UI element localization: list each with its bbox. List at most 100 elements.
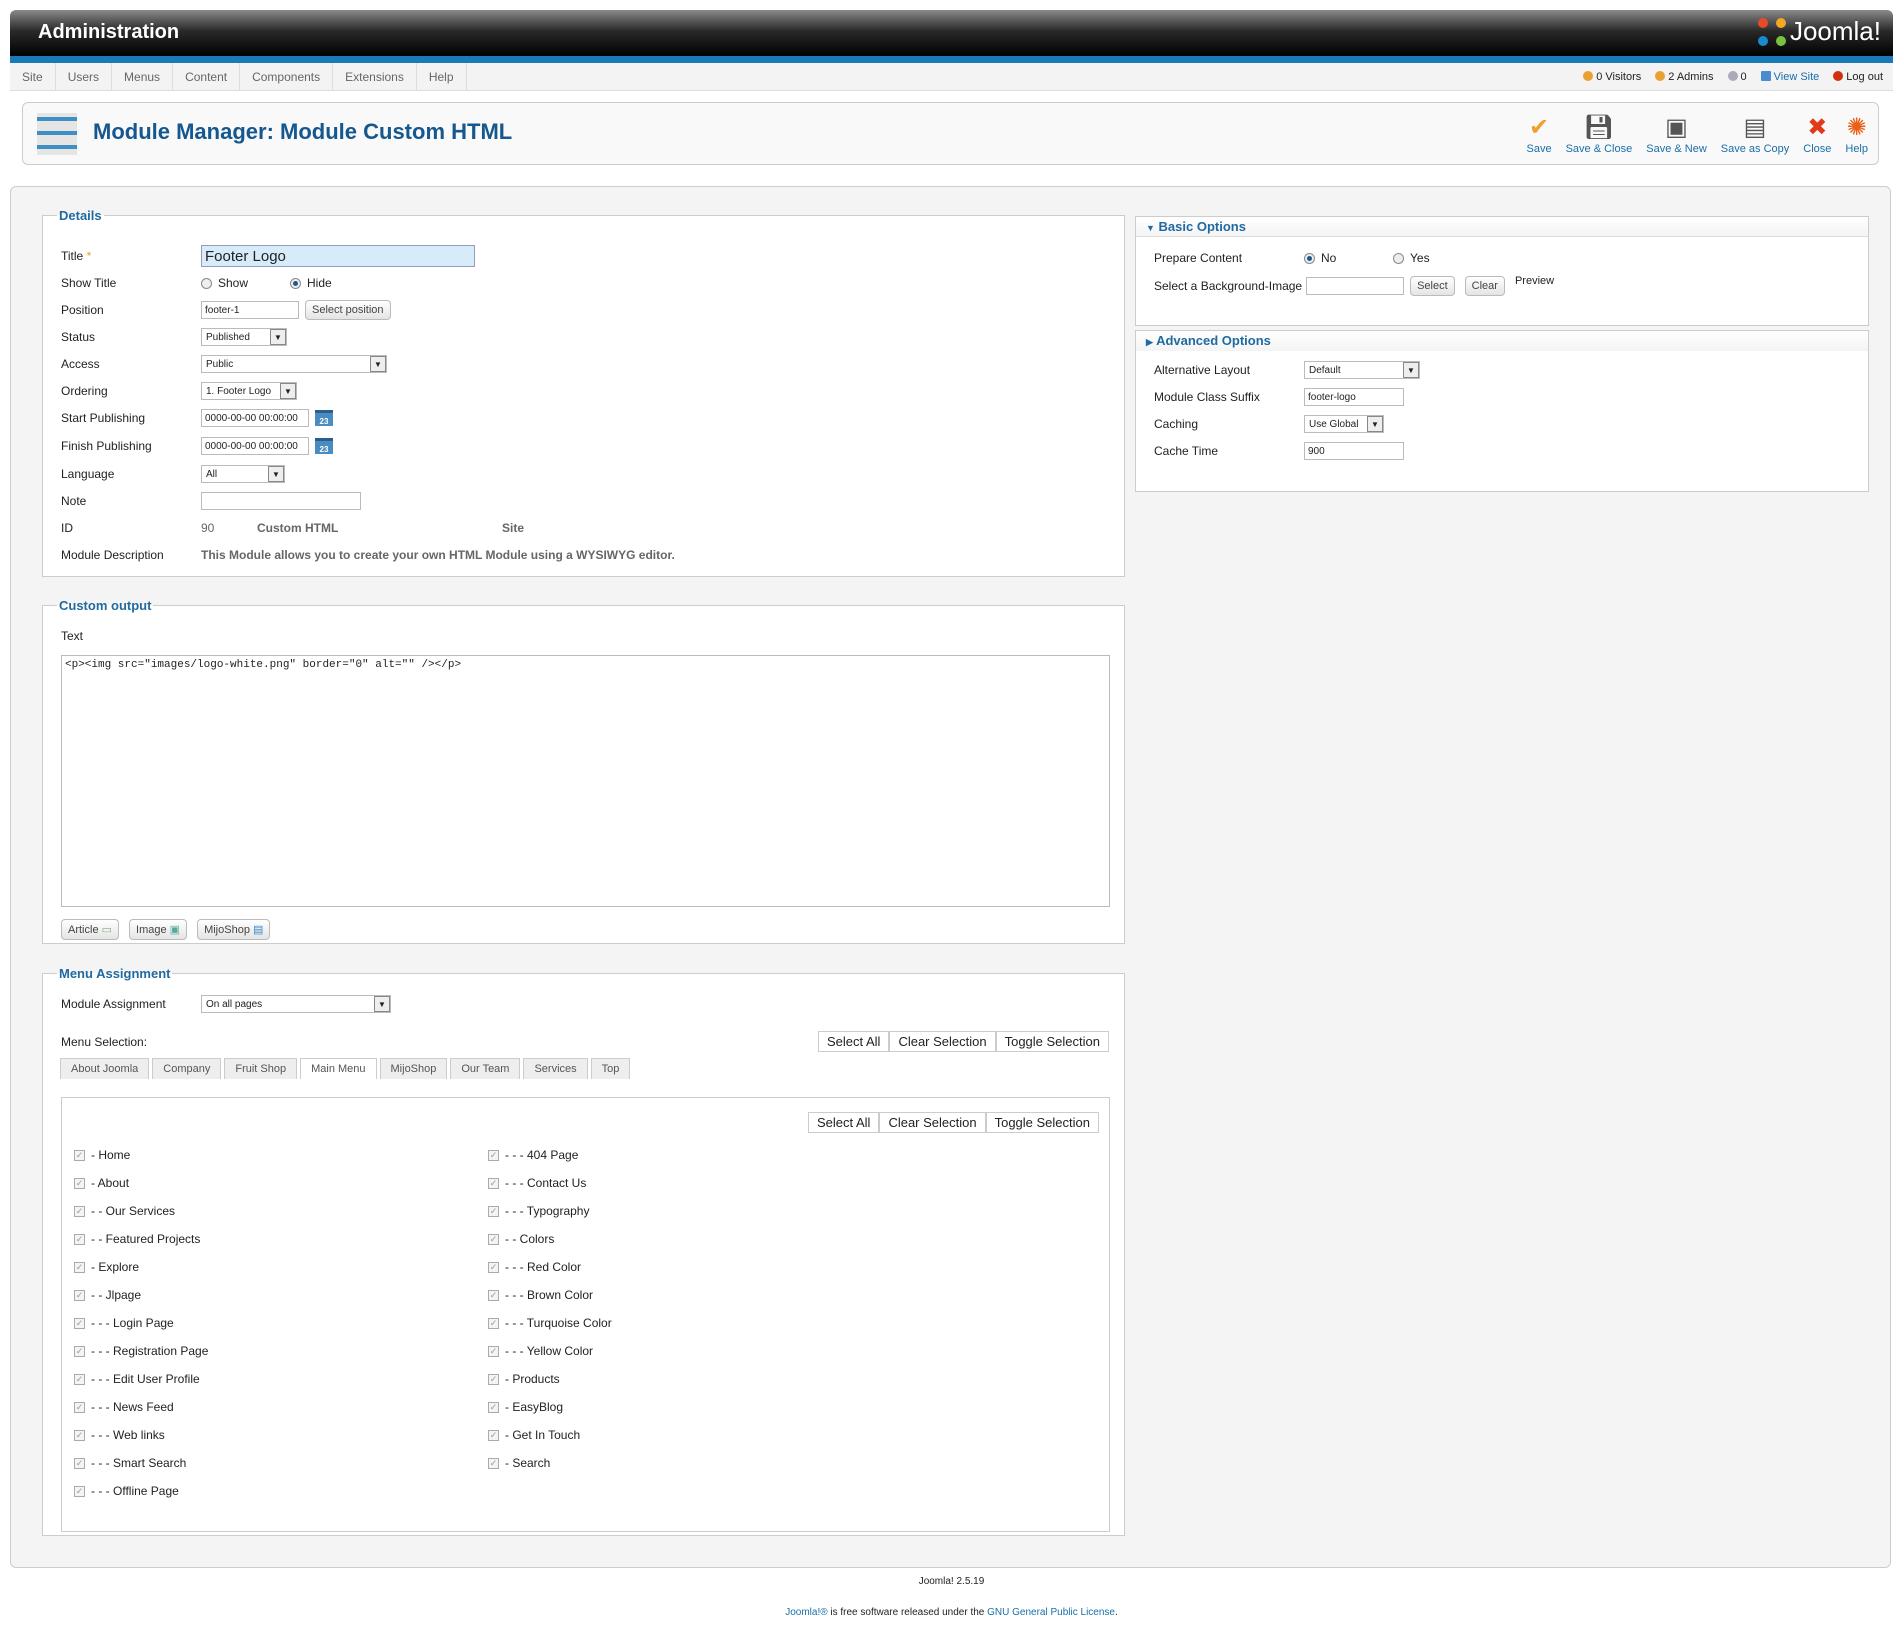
joomla-link[interactable]: Joomla!® <box>785 1607 827 1618</box>
language-select[interactable]: All ▼ <box>201 465 285 483</box>
menu-help[interactable]: Help <box>417 63 467 90</box>
tab-about-joomla[interactable]: About Joomla <box>60 1058 150 1079</box>
checkbox[interactable]: ✓ <box>74 1289 85 1301</box>
checkbox[interactable]: ✓ <box>488 1149 499 1161</box>
clear-selection-button[interactable]: Clear Selection <box>889 1031 996 1052</box>
menu-item-checkbox-row[interactable]: ✓ - Explore <box>74 1260 139 1274</box>
checkbox[interactable]: ✓ <box>488 1317 499 1329</box>
checkbox[interactable]: ✓ <box>74 1373 85 1385</box>
menu-item-checkbox-row[interactable]: ✓ - - - Registration Page <box>74 1344 208 1358</box>
tab-main-menu[interactable]: Main Menu <box>300 1058 377 1079</box>
checkbox[interactable]: ✓ <box>488 1205 499 1217</box>
background-image-input[interactable] <box>1306 277 1405 295</box>
tab-company[interactable]: Company <box>152 1058 222 1079</box>
toolbar-button-close[interactable]: ✖ Close <box>1803 113 1831 155</box>
checkbox[interactable]: ✓ <box>488 1177 499 1189</box>
menu-item-checkbox-row[interactable]: ✓ - - - Login Page <box>74 1316 174 1330</box>
image-button[interactable]: Image ▣ <box>129 919 188 940</box>
status-select[interactable]: Published ▼ <box>201 328 287 346</box>
menu-item-checkbox-row[interactable]: ✓ - Products <box>488 1372 560 1386</box>
hide-radio[interactable] <box>290 277 301 289</box>
toolbar-button-help[interactable]: ✺ Help <box>1845 113 1868 155</box>
checkbox[interactable]: ✓ <box>74 1345 85 1357</box>
menu-item-checkbox-row[interactable]: ✓ - About <box>74 1176 129 1190</box>
tab-select-all-button[interactable]: Select All <box>807 1112 880 1133</box>
menu-item-checkbox-row[interactable]: ✓ - - - Red Color <box>488 1260 581 1274</box>
checkbox[interactable]: ✓ <box>488 1401 499 1413</box>
checkbox[interactable]: ✓ <box>488 1261 499 1273</box>
checkbox[interactable]: ✓ <box>74 1317 85 1329</box>
module-assignment-select[interactable]: On all pages ▼ <box>201 995 391 1013</box>
yes-radio[interactable] <box>1393 252 1404 264</box>
menu-item-checkbox-row[interactable]: ✓ - Home <box>74 1148 130 1162</box>
menu-item-checkbox-row[interactable]: ✓ - - Colors <box>488 1232 554 1246</box>
title-input[interactable]: Footer Logo <box>201 245 475 267</box>
menu-users[interactable]: Users <box>56 63 113 90</box>
checkbox[interactable]: ✓ <box>74 1177 85 1189</box>
checkbox[interactable]: ✓ <box>488 1345 499 1357</box>
menu-item-checkbox-row[interactable]: ✓ - - - News Feed <box>74 1400 174 1414</box>
menu-extensions[interactable]: Extensions <box>333 63 417 90</box>
note-input[interactable] <box>201 492 361 510</box>
toolbar-button-save-as-copy[interactable]: ▤ Save as Copy <box>1721 113 1789 155</box>
alternative-layout-select[interactable]: Default ▼ <box>1304 361 1420 379</box>
tab-toggle-selection-button[interactable]: Toggle Selection <box>985 1112 1099 1133</box>
checkbox[interactable]: ✓ <box>74 1149 85 1161</box>
tab-clear-selection-button[interactable]: Clear Selection <box>879 1112 986 1133</box>
select-image-button[interactable]: Select <box>1410 276 1455 296</box>
menu-item-checkbox-row[interactable]: ✓ - - - Smart Search <box>74 1456 186 1470</box>
module-class-suffix-input[interactable]: footer-logo <box>1304 388 1404 406</box>
advanced-options-header[interactable]: ▶ Advanced Options <box>1136 331 1868 351</box>
checkbox[interactable]: ✓ <box>488 1233 499 1245</box>
checkbox[interactable]: ✓ <box>74 1233 85 1245</box>
menu-item-checkbox-row[interactable]: ✓ - - - Brown Color <box>488 1288 593 1302</box>
messages-status[interactable]: 0 <box>1727 63 1747 91</box>
checkbox[interactable]: ✓ <box>74 1429 85 1441</box>
calendar-icon[interactable]: 23 <box>315 410 333 426</box>
mijoshop-button[interactable]: MijoShop ▤ <box>197 919 271 940</box>
cache-time-input[interactable]: 900 <box>1304 442 1404 460</box>
start-publishing-input[interactable]: 0000-00-00 00:00:00 <box>201 409 309 427</box>
menu-item-checkbox-row[interactable]: ✓ - - Our Services <box>74 1204 175 1218</box>
finish-publishing-input[interactable]: 0000-00-00 00:00:00 <box>201 437 309 455</box>
menu-item-checkbox-row[interactable]: ✓ - - Jlpage <box>74 1288 141 1302</box>
menu-item-checkbox-row[interactable]: ✓ - EasyBlog <box>488 1400 563 1414</box>
logout-link[interactable]: Log out <box>1833 63 1883 91</box>
access-select[interactable]: Public ▼ <box>201 355 387 373</box>
article-button[interactable]: Article ▭ <box>61 919 120 940</box>
tab-our-team[interactable]: Our Team <box>450 1058 521 1079</box>
menu-content[interactable]: Content <box>173 63 241 90</box>
tab-top[interactable]: Top <box>590 1058 631 1079</box>
menu-menus[interactable]: Menus <box>112 63 174 90</box>
clear-image-button[interactable]: Clear <box>1464 276 1505 296</box>
toggle-selection-button[interactable]: Toggle Selection <box>995 1031 1109 1052</box>
menu-item-checkbox-row[interactable]: ✓ - Search <box>488 1456 550 1470</box>
toolbar-button-save-new[interactable]: ▣ Save & New <box>1646 113 1707 155</box>
toolbar-button-save[interactable]: ✔ Save <box>1527 113 1552 155</box>
tab-mijoshop[interactable]: MijoShop <box>379 1058 448 1079</box>
position-input[interactable]: footer-1 <box>201 301 299 319</box>
html-editor[interactable]: <p><img src="images/logo-white.png" bord… <box>61 655 1110 907</box>
view-site-link[interactable]: View Site <box>1760 63 1819 91</box>
menu-item-checkbox-row[interactable]: ✓ - - - Offline Page <box>74 1484 179 1498</box>
checkbox[interactable]: ✓ <box>74 1261 85 1273</box>
select-all-button[interactable]: Select All <box>817 1031 890 1052</box>
toolbar-button-save-close[interactable]: 💾︎ Save & Close <box>1566 113 1633 155</box>
caching-select[interactable]: Use Global ▼ <box>1304 415 1384 433</box>
checkbox[interactable]: ✓ <box>488 1429 499 1441</box>
menu-components[interactable]: Components <box>240 63 334 90</box>
menu-item-checkbox-row[interactable]: ✓ - - - Turquoise Color <box>488 1316 612 1330</box>
menu-item-checkbox-row[interactable]: ✓ - - Featured Projects <box>74 1232 200 1246</box>
checkbox[interactable]: ✓ <box>488 1457 499 1469</box>
menu-item-checkbox-row[interactable]: ✓ - - - Web links <box>74 1428 165 1442</box>
calendar-icon[interactable]: 23 <box>315 438 333 454</box>
checkbox[interactable]: ✓ <box>74 1205 85 1217</box>
checkbox[interactable]: ✓ <box>74 1485 85 1497</box>
menu-item-checkbox-row[interactable]: ✓ - - - Yellow Color <box>488 1344 593 1358</box>
tab-services[interactable]: Services <box>523 1058 588 1079</box>
menu-item-checkbox-row[interactable]: ✓ - - - Typography <box>488 1204 589 1218</box>
ordering-select[interactable]: 1. Footer Logo ▼ <box>201 382 297 400</box>
checkbox[interactable]: ✓ <box>74 1401 85 1413</box>
basic-options-header[interactable]: ▼ Basic Options <box>1136 217 1868 237</box>
checkbox[interactable]: ✓ <box>74 1457 85 1469</box>
